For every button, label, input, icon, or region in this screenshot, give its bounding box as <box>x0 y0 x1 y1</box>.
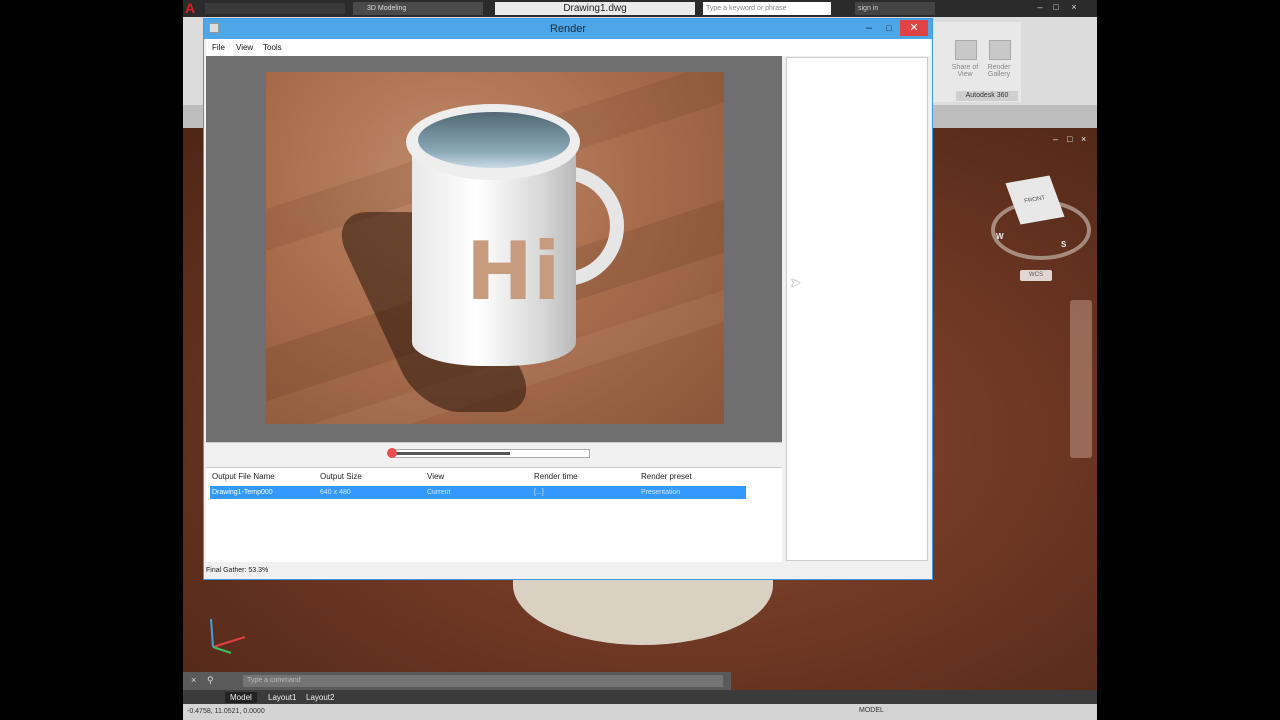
row-render-preset: Presentation <box>641 489 681 496</box>
tab-model[interactable]: Model <box>225 692 257 703</box>
mug-inside <box>418 112 570 168</box>
status-bar: -0.4758, 11.0521, 0.0000 MODEL <box>183 704 1097 720</box>
render-status: Final Gather: 53.3% <box>206 567 269 574</box>
mouse-cursor-icon: ➤ <box>790 275 801 290</box>
menu-tools[interactable]: Tools <box>263 42 282 53</box>
minimize-icon[interactable]: – <box>860 21 878 35</box>
table-row[interactable]: Drawing1-Temp000 640 x 480 Current [...]… <box>210 486 746 499</box>
history-pane: Output File Name Output Size View Render… <box>206 467 782 562</box>
render-progress-bar <box>387 448 590 458</box>
render-title-bar[interactable]: Render – □ ✕ <box>204 19 932 39</box>
command-close-icon[interactable]: × <box>191 675 196 685</box>
column-view[interactable]: View <box>427 472 444 482</box>
coordinates-readout: -0.4758, 11.0521, 0.0000 <box>187 708 265 715</box>
workspace-dropdown[interactable]: 3D Modeling <box>353 2 483 15</box>
autocad-title-bar: A 3D Modeling Drawing1.dwg Type a keywor… <box>183 0 1097 17</box>
compass-west: W <box>996 232 1004 241</box>
render-progress-area <box>206 442 782 465</box>
column-output-size[interactable]: Output Size <box>320 472 362 482</box>
menu-view[interactable]: View <box>236 42 253 53</box>
menu-file[interactable]: File <box>212 42 225 53</box>
mug-decal: Hi <box>466 225 561 318</box>
document-title: Drawing1.dwg <box>495 2 695 15</box>
viewport-minimize-icon[interactable]: – <box>1053 134 1058 144</box>
row-file-name: Drawing1-Temp000 <box>212 489 273 496</box>
search-input[interactable]: Type a keyword or phrase <box>703 2 831 15</box>
render-gallery-label: Render Gallery <box>987 64 1011 78</box>
cancel-render-icon[interactable] <box>387 448 397 458</box>
row-view: Current <box>427 489 451 496</box>
autocad-360-panel: Share of View Render Gallery <box>931 22 1021 102</box>
close-icon[interactable]: ✕ <box>900 20 928 36</box>
row-render-time: [...] <box>534 489 544 496</box>
close-icon[interactable]: × <box>1067 1 1081 13</box>
sign-in-field[interactable]: sign in <box>855 2 935 15</box>
model-space-button[interactable]: MODEL <box>859 707 884 714</box>
command-input[interactable]: Type a command <box>243 675 723 687</box>
tab-layout1[interactable]: Layout1 <box>263 692 301 703</box>
render-title: Render <box>549 23 587 35</box>
ucs-icon <box>210 618 246 654</box>
autocad-logo[interactable]: A <box>185 1 199 15</box>
menu-bar: File View Tools <box>206 39 930 56</box>
render-progress-fill <box>391 452 510 455</box>
layout-tabs: Model Layout1 Layout2 <box>183 690 1097 704</box>
minimize-icon[interactable]: – <box>1033 1 1047 13</box>
share-view-label: Share of View <box>951 64 979 78</box>
panel-label[interactable]: Autodesk 360 <box>956 91 1018 101</box>
column-output-file-name[interactable]: Output File Name <box>212 472 275 482</box>
statistics-pane <box>786 57 928 561</box>
command-line: × ⚲ Type a command <box>183 672 731 690</box>
tab-layout2[interactable]: Layout2 <box>301 692 339 703</box>
column-render-time[interactable]: Render time <box>534 472 578 482</box>
navigation-bar[interactable] <box>1070 300 1092 458</box>
compass-south: S <box>1061 240 1067 249</box>
quick-access-toolbar[interactable] <box>205 3 345 14</box>
render-window: Render – □ ✕ File View Tools Hi Output F <box>203 18 933 580</box>
rendered-image: Hi <box>266 72 724 424</box>
wcs-menu[interactable]: WCS <box>1020 270 1052 281</box>
viewport-close-icon[interactable]: × <box>1081 134 1086 144</box>
viewport-restore-icon[interactable]: □ <box>1067 134 1072 144</box>
row-output-size: 640 x 480 <box>320 489 351 496</box>
column-render-preset[interactable]: Render preset <box>641 472 692 482</box>
render-window-icon <box>209 23 219 33</box>
maximize-icon[interactable]: □ <box>880 21 898 35</box>
render-gallery-icon[interactable] <box>989 40 1011 60</box>
command-search-icon[interactable]: ⚲ <box>207 675 214 686</box>
maximize-icon[interactable]: □ <box>1049 1 1063 13</box>
render-image-pane[interactable]: Hi <box>206 56 782 442</box>
share-view-icon[interactable] <box>955 40 977 60</box>
